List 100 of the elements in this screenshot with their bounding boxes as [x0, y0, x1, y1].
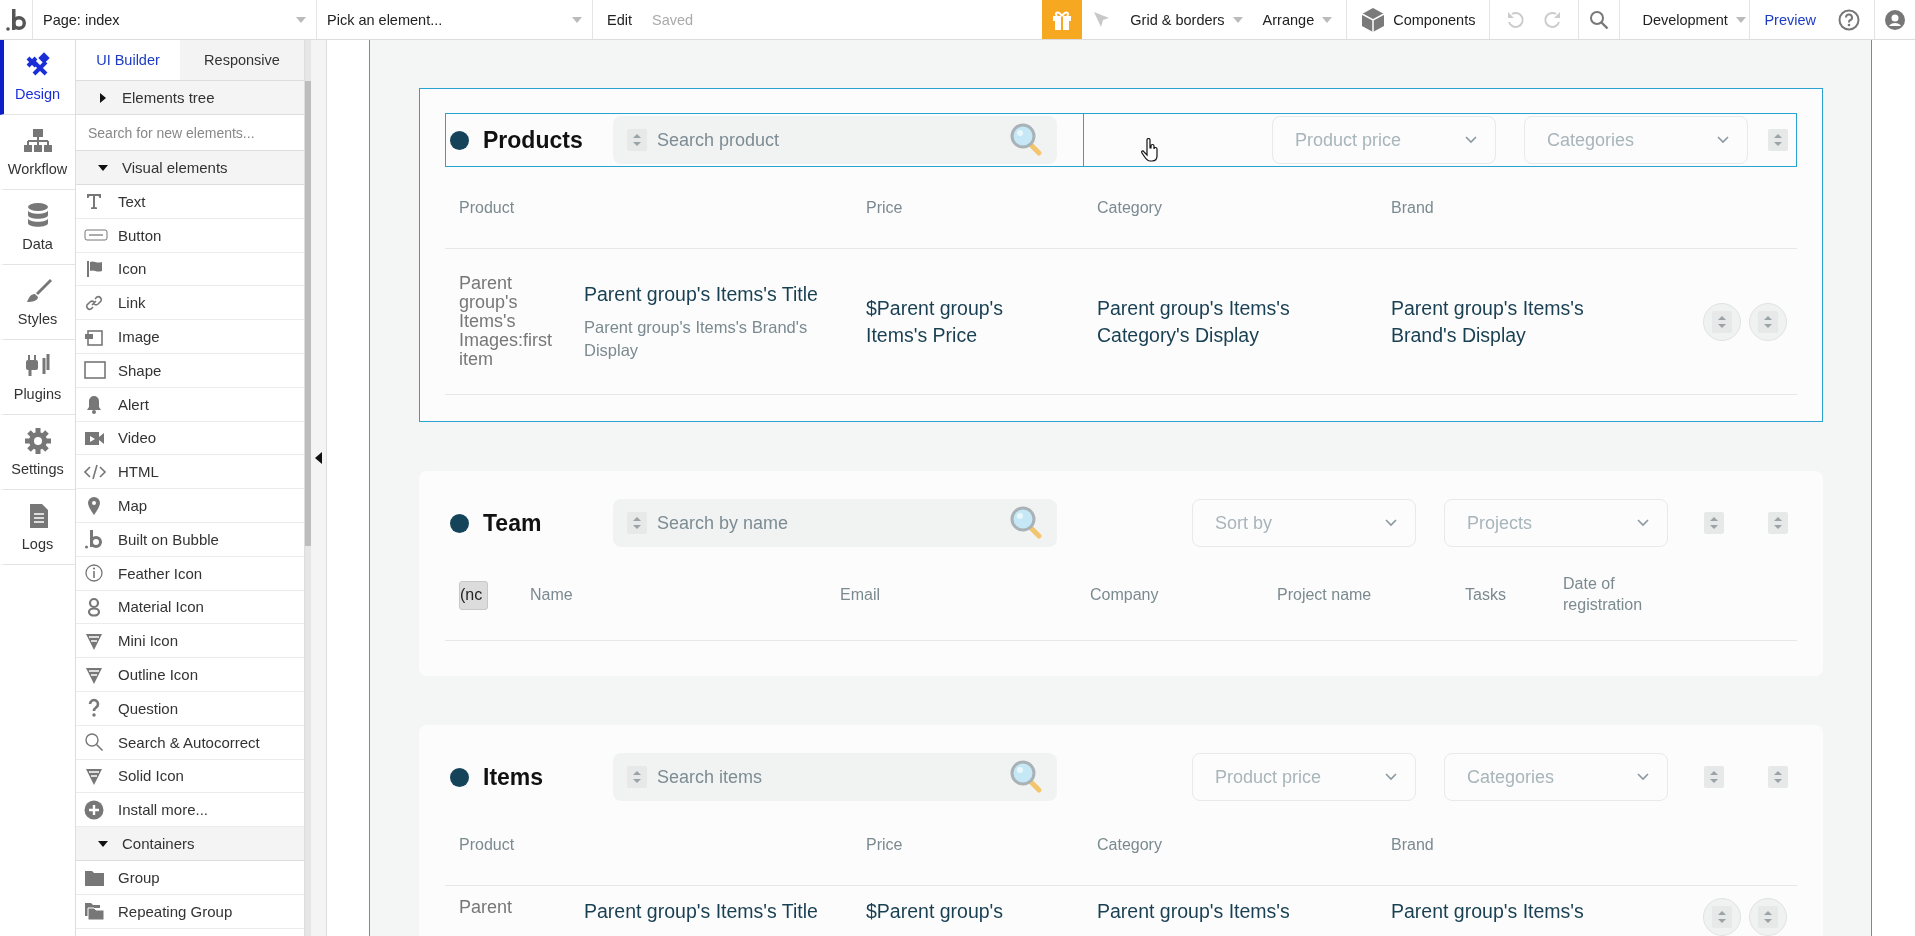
element-item[interactable]: Icon [76, 252, 304, 287]
caret-icon [572, 16, 582, 23]
search-icon[interactable] [1589, 9, 1610, 30]
selected-header[interactable]: Products Search product Product price Categories [445, 113, 1797, 167]
element-dropdown[interactable]: Pick an element... [317, 0, 593, 39]
element-item[interactable]: Mini Icon [76, 624, 304, 659]
saved-status: Saved [652, 11, 694, 28]
section-card[interactable]: Team Search by name Sort by Projects (nc Name Email Company Project name Tasks Date of registration [419, 471, 1823, 676]
panel-tab[interactable]: Responsive [180, 40, 304, 80]
status-dot [450, 513, 469, 533]
round-button[interactable] [1703, 898, 1741, 936]
stepper-icon[interactable] [627, 766, 647, 788]
element-item[interactable]: Material Icon [76, 590, 304, 625]
element-item[interactable]: Repeating Group [76, 894, 304, 929]
hand-pointer-icon [1141, 138, 1161, 162]
chevron-icon [1717, 136, 1729, 144]
gift-button[interactable] [1042, 0, 1083, 39]
column-header: Price [866, 198, 904, 217]
element-item[interactable]: Link [76, 286, 304, 321]
grid-menu[interactable]: Grid & borders [1112, 11, 1253, 28]
caret-icon [1735, 16, 1746, 23]
preview-link[interactable]: Preview [1764, 11, 1816, 28]
round-button[interactable] [1703, 302, 1741, 341]
round-button[interactable] [1749, 898, 1787, 936]
help-icon[interactable] [1838, 8, 1860, 31]
components-button[interactable]: Components [1347, 0, 1491, 39]
undo-icon[interactable] [1506, 9, 1527, 30]
nav-tab[interactable]: Settings [0, 415, 75, 490]
gift-icon [1051, 8, 1074, 31]
stepper-icon[interactable] [627, 129, 647, 151]
image-placeholder: Parent [459, 898, 514, 917]
element-item[interactable]: Built on Bubble [76, 522, 304, 557]
stepper-icon[interactable] [1758, 310, 1778, 333]
redo-icon[interactable] [1542, 9, 1563, 30]
page-dropdown[interactable]: Page: index [33, 0, 317, 39]
column-header: Product [459, 198, 516, 217]
caret-icon [296, 16, 306, 23]
product-brand: Parent group's Items's Brand's Display [584, 316, 809, 361]
element-item[interactable]: Question [76, 691, 304, 726]
cube-icon [1361, 6, 1386, 33]
column-header: Product [459, 835, 516, 854]
element-item[interactable]: Video [76, 421, 304, 456]
stepper-icon[interactable] [1712, 310, 1732, 333]
app-logo[interactable] [6, 7, 26, 32]
price-text: $Parent group's Items's Price [866, 296, 1005, 348]
image-placeholder: Parent group's Items's Images:first item [459, 274, 554, 369]
element-item[interactable]: Search & Autocorrect [76, 725, 304, 760]
stepper-icon[interactable] [627, 512, 647, 534]
collapse-icon[interactable] [315, 452, 322, 464]
group-header[interactable]: Visual elements [76, 151, 304, 185]
stepper-icon[interactable] [1768, 766, 1788, 788]
nav-tab[interactable]: Styles [0, 265, 75, 340]
section-title: Items [483, 763, 545, 791]
stepper-icon[interactable] [1768, 129, 1788, 151]
tree-toggle[interactable]: Elements tree [76, 81, 304, 115]
chevron-icon [1385, 519, 1397, 527]
element-item[interactable]: Map [76, 489, 304, 523]
chevron-icon [1637, 773, 1649, 781]
mode-dropdown[interactable]: Development [1620, 0, 1751, 39]
stepper-icon[interactable] [1704, 512, 1724, 534]
section-card[interactable]: Items Search items Product price Categories Product Price Category Brand Parent Parent group's Items's Title $Parent group's Parent group's Items's Parent group's Items's [419, 725, 1823, 936]
element-item[interactable]: Feather Icon [76, 556, 304, 591]
caret-icon [1232, 16, 1243, 23]
gear-icon [23, 427, 52, 455]
status-dot [450, 130, 469, 150]
nav-tab[interactable]: Workflow [0, 115, 75, 190]
element-item[interactable]: Text [76, 185, 304, 219]
select-all-checkbox[interactable]: (nc [459, 580, 488, 610]
stepper-icon[interactable] [1704, 766, 1724, 788]
column-header: Category [1097, 198, 1163, 217]
column-header: Name [530, 586, 574, 604]
avatar-icon[interactable] [1885, 9, 1905, 30]
stepper-icon[interactable] [1758, 906, 1778, 928]
element-item[interactable]: Solid Icon [76, 759, 304, 794]
column-header: Brand [1391, 198, 1435, 217]
element-item[interactable]: Shape [76, 354, 304, 388]
group-header[interactable]: Containers [76, 827, 304, 862]
element-item[interactable]: Alert [76, 387, 304, 422]
edit-link[interactable]: Edit [607, 11, 632, 28]
element-item[interactable]: Outline Icon [76, 658, 304, 692]
element-item[interactable]: HTML [76, 455, 304, 490]
round-button[interactable] [1749, 302, 1787, 341]
nav-tab[interactable]: Plugins [0, 340, 75, 415]
column-header: Project name [1277, 586, 1373, 604]
element-item[interactable]: Button [76, 218, 304, 253]
column-header: Tasks [1465, 586, 1507, 604]
brand-text: Parent group's Items's [1391, 899, 1585, 924]
product-title: Parent group's Items's Title [584, 899, 819, 924]
arrange-menu[interactable]: Arrange [1252, 11, 1337, 28]
brand-text: Parent group's Items's Brand's Display [1391, 296, 1585, 348]
element-item[interactable]: Image [76, 320, 304, 354]
price-text: $Parent group's [866, 899, 1005, 924]
stepper-icon[interactable] [1712, 906, 1732, 928]
nav-tab[interactable]: Data [0, 190, 75, 265]
stepper-icon[interactable] [1768, 512, 1788, 534]
selected-card[interactable] [419, 88, 1823, 422]
section-title: Products [483, 126, 584, 154]
scrollbar-thumb[interactable] [305, 81, 311, 546]
nav-tab[interactable]: Logs [0, 490, 75, 565]
element-item[interactable]: Group [76, 861, 304, 895]
